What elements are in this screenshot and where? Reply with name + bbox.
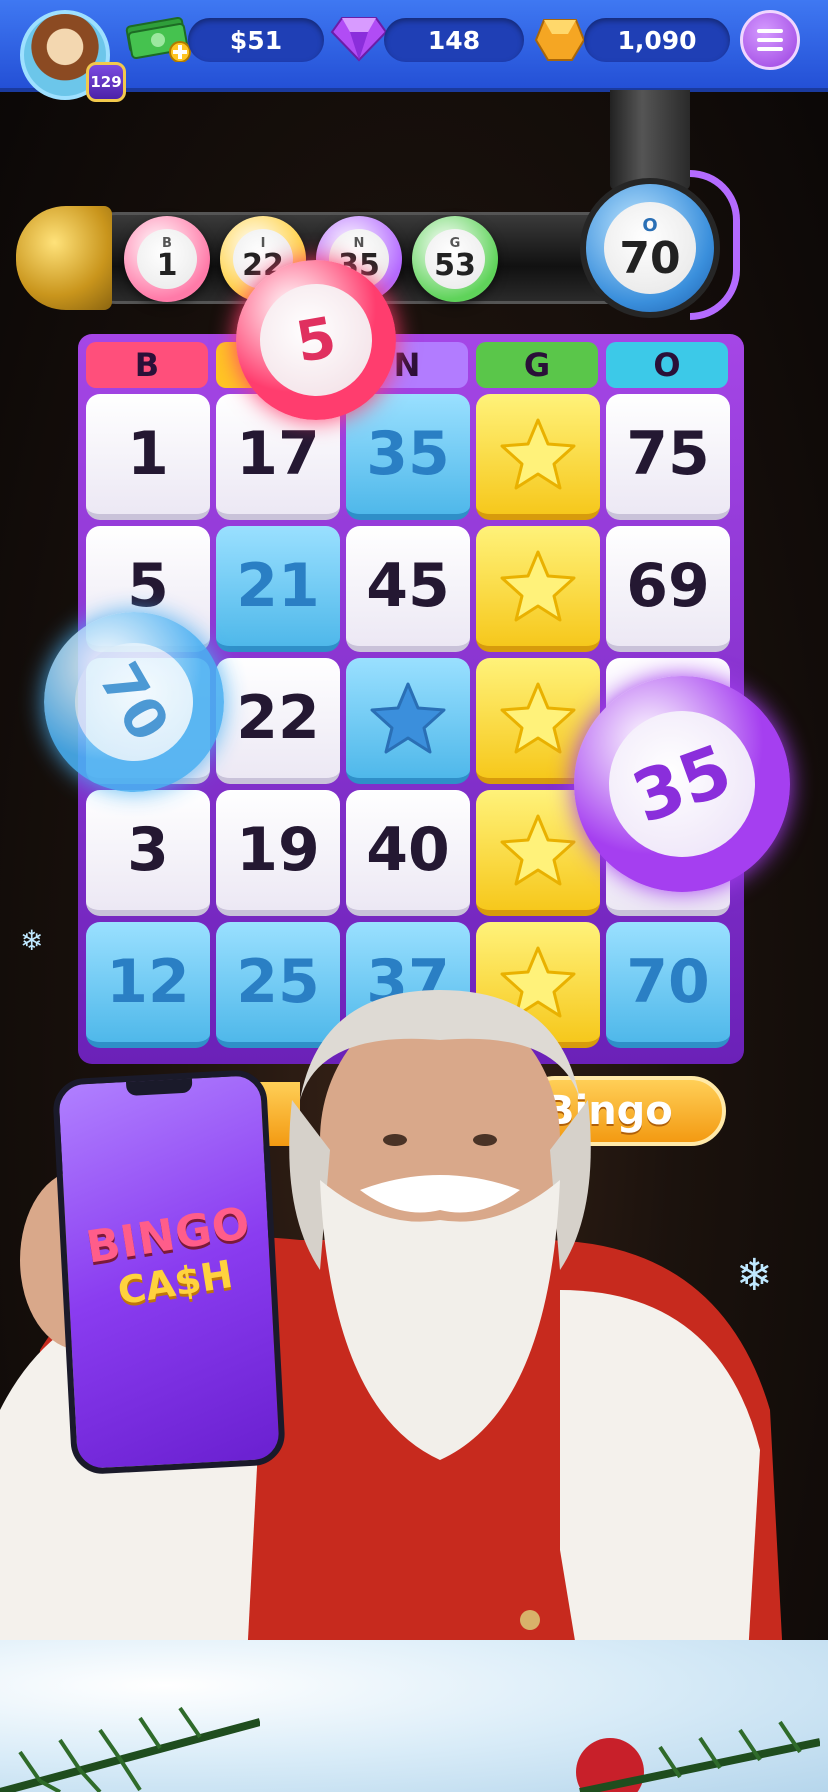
pine-branch-right	[576, 1720, 820, 1792]
card-cell[interactable]	[476, 394, 600, 520]
star-icon	[500, 682, 576, 754]
card-cell[interactable]	[346, 658, 470, 784]
bingo-cash-logo: BINGO CA$H	[83, 1197, 260, 1317]
menu-button[interactable]	[740, 10, 800, 70]
top-bar: 129 $51 148 1,090	[0, 0, 828, 102]
flying-ball-35: 35	[574, 676, 790, 892]
star-icon	[500, 550, 576, 622]
card-cell[interactable]	[476, 526, 600, 652]
snowflake-icon: ❄	[20, 924, 44, 957]
gem-balance: 148	[384, 18, 524, 62]
coin-balance: 1,090	[584, 18, 730, 62]
card-cell[interactable]: 45	[346, 526, 470, 652]
column-header-g: G	[476, 342, 598, 388]
flying-ball-5: 5	[236, 260, 396, 420]
free-star-icon	[370, 682, 446, 754]
card-cell[interactable]: 19	[216, 790, 340, 916]
hamburger-icon	[757, 29, 783, 33]
card-cell[interactable]: 3	[86, 790, 210, 916]
tube-end-cap	[16, 206, 112, 310]
card-cell[interactable]: 1	[86, 394, 210, 520]
card-cell[interactable]: 21	[216, 526, 340, 652]
card-cell[interactable]: 69	[606, 526, 730, 652]
card-cell[interactable]: 75	[606, 394, 730, 520]
flying-ball-70: 70	[44, 612, 224, 792]
ball-drop-pipe	[610, 90, 690, 190]
call-timer-arc	[690, 170, 740, 320]
pine-branch-left	[0, 1706, 260, 1792]
phone-promo: BINGO CA$H	[51, 1068, 287, 1476]
card-cell[interactable]: 40	[346, 790, 470, 916]
star-icon	[500, 418, 576, 490]
gem-icon	[330, 17, 388, 62]
snowflake-icon: ❄	[736, 1250, 773, 1301]
cash-stack-icon[interactable]	[124, 12, 194, 62]
card-cell[interactable]: 22	[216, 658, 340, 784]
card-cell[interactable]: 35	[346, 394, 470, 520]
called-ball-b: B1	[124, 216, 210, 302]
current-ball-number: 70	[619, 232, 681, 284]
column-header-o: O	[606, 342, 728, 388]
star-icon	[500, 814, 576, 886]
cash-balance: $51	[188, 18, 324, 62]
gold-gem-icon	[534, 19, 586, 61]
column-header-b: B	[86, 342, 208, 388]
called-ball-g: G 53	[412, 216, 498, 302]
level-badge: 129	[86, 62, 126, 102]
